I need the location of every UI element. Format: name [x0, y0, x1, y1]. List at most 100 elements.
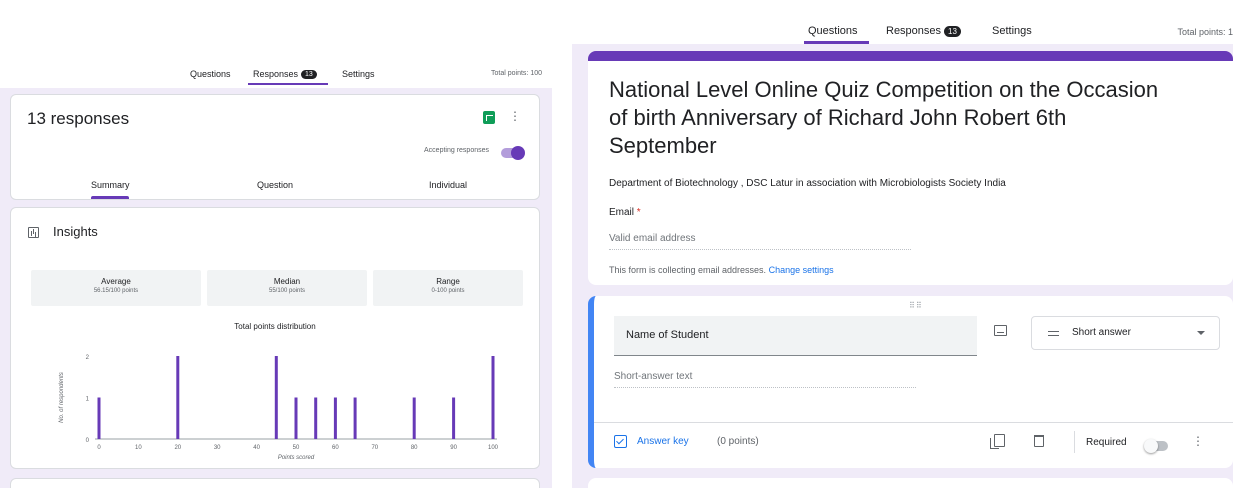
- x-tick-label: 60: [332, 445, 339, 451]
- email-input: Valid email address: [609, 233, 911, 250]
- responses-title: 13 responses: [27, 109, 130, 128]
- stat-average: Average 56.15/100 points: [31, 270, 201, 306]
- stat-label: Median: [273, 277, 301, 286]
- stat-median: Median 55/100 points: [207, 270, 367, 306]
- stat-label: Average: [101, 277, 131, 286]
- sheets-icon[interactable]: [483, 111, 495, 124]
- email-label: Email *: [609, 207, 641, 218]
- x-tick-label: 90: [450, 445, 457, 451]
- x-tick-label: 80: [411, 445, 418, 451]
- trash-icon[interactable]: [1034, 435, 1044, 447]
- answer-key-link[interactable]: Answer key: [637, 436, 689, 447]
- copy-icon[interactable]: [990, 434, 1005, 449]
- stat-label: Range: [436, 277, 460, 286]
- tab-responses[interactable]: Responses 13: [886, 25, 961, 37]
- total-points: Total points: 1: [1177, 27, 1233, 37]
- bar: [491, 356, 495, 439]
- x-tick-label: 10: [135, 445, 142, 451]
- answer-points: (0 points): [717, 436, 759, 447]
- question-card[interactable]: ⠿⠿ Name of Student Short answer Short-an…: [588, 296, 1233, 468]
- x-tick-label: 0: [97, 445, 101, 451]
- x-tick-label: 30: [214, 445, 221, 451]
- required-asterisk: *: [636, 207, 641, 218]
- bar: [412, 397, 416, 439]
- responses-count-badge: 13: [944, 25, 961, 37]
- next-card: [10, 478, 540, 488]
- active-tab-underline: [248, 83, 328, 85]
- tab-responses[interactable]: Responses 13: [253, 69, 317, 80]
- required-label: Required: [1086, 437, 1127, 448]
- y-tick-label: 1: [86, 397, 90, 403]
- short-answer-icon: [1048, 331, 1059, 336]
- bar: [176, 356, 180, 439]
- vertical-divider: [1074, 431, 1075, 453]
- subtab-individual[interactable]: Individual: [429, 180, 467, 190]
- screenshot-divider: [552, 0, 572, 488]
- bar: [97, 397, 101, 439]
- x-tick-label: 100: [488, 445, 499, 451]
- x-tick-label: 40: [253, 445, 260, 451]
- stat-value: 55/100 points: [268, 288, 306, 294]
- bar: [314, 397, 318, 439]
- bar: [333, 397, 337, 439]
- form-title-card: National Level Online Quiz Competition o…: [588, 51, 1233, 285]
- tab-questions[interactable]: Questions: [808, 25, 858, 37]
- responses-count-badge: 13: [301, 70, 317, 80]
- question-title-input[interactable]: Name of Student: [614, 316, 977, 356]
- y-tick-label: 2: [86, 355, 90, 361]
- accepting-responses-toggle[interactable]: [501, 146, 525, 160]
- active-subtab-underline: [91, 196, 129, 199]
- email-note-text: This form is collecting email addresses.: [609, 265, 767, 275]
- tab-questions[interactable]: Questions: [190, 69, 231, 79]
- question-type-select[interactable]: Short answer: [1031, 316, 1220, 350]
- responses-card: 13 responses ⋮ Accepting responses Summa…: [10, 94, 540, 200]
- y-axis-label: No. of respondents: [59, 372, 65, 423]
- bar: [274, 356, 278, 439]
- tab-settings[interactable]: Settings: [342, 69, 375, 79]
- active-tab-underline: [804, 41, 869, 44]
- x-tick-label: 70: [371, 445, 378, 451]
- bar: [452, 397, 456, 439]
- subtab-question[interactable]: Question: [257, 180, 293, 190]
- tab-responses-label: Responses: [253, 69, 299, 79]
- form-editor-panel: Questions Responses 13 Settings Total poi…: [572, 0, 1233, 488]
- short-answer-placeholder: Short-answer text: [614, 371, 916, 388]
- stat-value: 56.15/100 points: [93, 288, 139, 294]
- drag-handle-icon[interactable]: ⠿⠿: [909, 301, 923, 310]
- insights-icon: [28, 227, 39, 238]
- chevron-down-icon: [1197, 331, 1205, 335]
- stat-range: Range 0-100 points: [373, 270, 523, 306]
- x-tick-label: 50: [293, 445, 300, 451]
- responses-panel: Questions Responses 13 Settings Total poi…: [0, 0, 552, 488]
- question-type-label: Short answer: [1072, 327, 1131, 338]
- toggle-knob: [511, 146, 525, 160]
- form-title[interactable]: National Level Online Quiz Competition o…: [609, 76, 1179, 160]
- card-divider: [594, 422, 1233, 423]
- points-distribution-chart: 0120 10 20 30 40 50 60 70 80 90 100Points scoredNo…: [59, 355, 499, 461]
- x-tick-label: 20: [174, 445, 181, 451]
- tab-settings[interactable]: Settings: [992, 25, 1032, 37]
- y-tick-label: 0: [86, 438, 90, 444]
- email-label-text: Email: [609, 207, 635, 218]
- more-vert-icon[interactable]: ⋮: [509, 109, 521, 123]
- form-description[interactable]: Department of Biotechnology , DSC Latur …: [609, 178, 1006, 189]
- required-toggle[interactable]: [1144, 439, 1168, 453]
- more-vert-icon[interactable]: ⋮: [1192, 434, 1204, 448]
- bar: [294, 397, 298, 439]
- stat-value: 0-100 points: [431, 288, 465, 294]
- x-axis-label: Points scored: [278, 455, 315, 461]
- accepting-responses-label: Accepting responses: [424, 147, 489, 154]
- change-settings-link[interactable]: Change settings: [769, 265, 834, 275]
- next-card: [588, 478, 1233, 488]
- image-icon[interactable]: [994, 325, 1007, 336]
- top-tabs: Questions Responses 13 Settings: [0, 69, 552, 89]
- toggle-knob: [1144, 439, 1158, 453]
- top-bar: Questions Responses 13 Settings Total poi…: [572, 0, 1233, 44]
- bar: [353, 397, 357, 439]
- total-points: Total points: 100: [491, 70, 542, 77]
- subtab-summary[interactable]: Summary: [91, 180, 130, 190]
- answer-key-icon[interactable]: [614, 435, 627, 448]
- email-note: This form is collecting email addresses.…: [609, 265, 834, 275]
- insights-card: Insights Average 56.15/100 points Median…: [10, 207, 540, 469]
- insights-title: Insights: [53, 224, 98, 239]
